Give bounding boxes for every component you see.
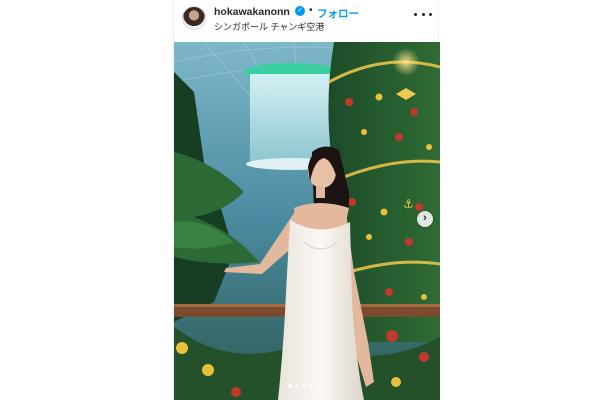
post-photo[interactable]: ⚓ <box>174 42 440 400</box>
follow-button[interactable]: フォロー <box>317 6 359 21</box>
carousel-indicator <box>174 384 440 388</box>
photo-image: ⚓ <box>174 42 440 400</box>
instagram-post: hokawakanonn ✓ • フォロー シンガポール チャンギ空港 ⚓ › <box>173 0 440 400</box>
carousel-dot <box>322 384 327 388</box>
carousel-next-icon[interactable]: › <box>417 211 433 227</box>
location-link[interactable]: シンガポール チャンギ空港 <box>214 20 324 33</box>
separator-dot: • <box>309 5 313 16</box>
verified-badge-icon: ✓ <box>295 6 305 16</box>
carousel-dot <box>301 384 306 388</box>
avatar[interactable] <box>182 6 206 30</box>
post-header: hokawakanonn ✓ • フォロー シンガポール チャンギ空港 <box>174 0 440 40</box>
carousel-dot <box>308 384 313 388</box>
more-options-icon[interactable] <box>414 8 432 20</box>
svg-text:⚓: ⚓ <box>403 197 414 211</box>
username-link[interactable]: hokawakanonn <box>214 6 290 18</box>
carousel-dot <box>287 384 292 388</box>
carousel-dot <box>294 384 299 388</box>
carousel-dot <box>315 384 320 388</box>
